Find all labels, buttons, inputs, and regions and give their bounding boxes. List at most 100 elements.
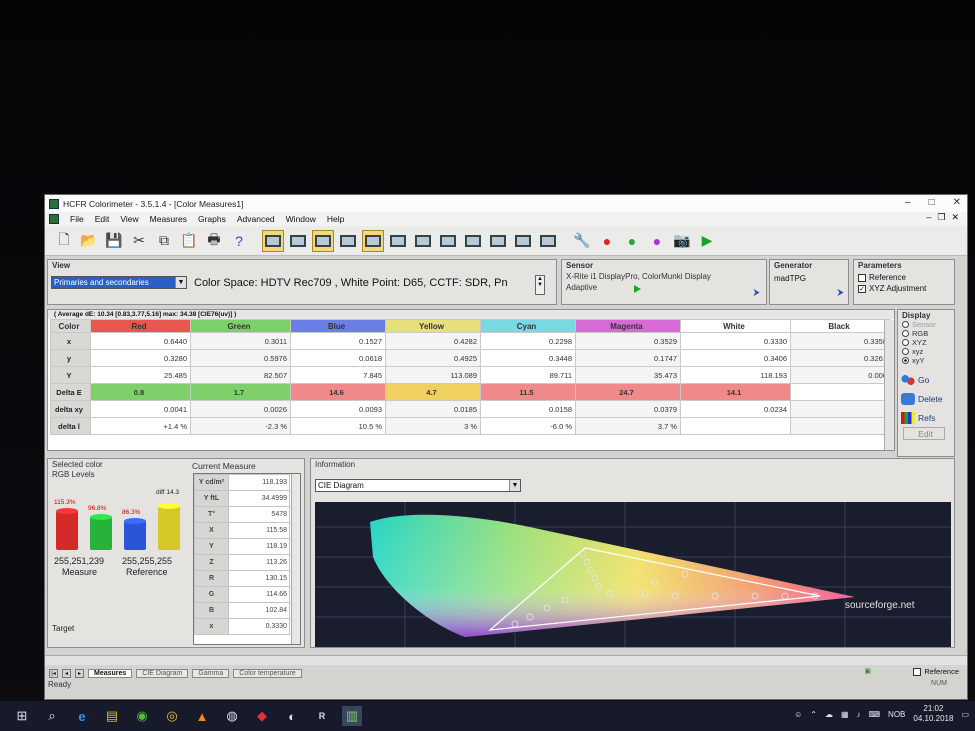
menu-graphs[interactable]: Graphs <box>198 214 226 224</box>
view-mode-select[interactable]: Primaries and secondaries ▼ <box>51 276 187 289</box>
tab-gamma[interactable]: Gamma <box>192 668 230 678</box>
column-header-6[interactable]: Magenta <box>575 319 681 333</box>
gamma-graph-icon[interactable] <box>337 230 359 252</box>
table-cell[interactable]: 0.3448 <box>480 349 576 367</box>
table-cell[interactable]: 0.0041 <box>90 400 191 418</box>
table-cell[interactable]: 11.5 <box>480 383 576 401</box>
table-cell[interactable]: 0.1527 <box>290 332 386 350</box>
menu-advanced[interactable]: Advanced <box>237 214 275 224</box>
display-option-3[interactable]: xyz <box>898 347 954 356</box>
colortemp-graph-icon[interactable] <box>412 230 434 252</box>
table-cell[interactable]: 0.3330 <box>680 332 791 350</box>
table-cell[interactable] <box>790 383 891 401</box>
table-cell[interactable]: 89.711 <box>480 366 576 384</box>
display-option-2[interactable]: XYZ <box>898 338 954 347</box>
cut-icon[interactable]: ✂ <box>128 230 150 252</box>
reference-checkbox[interactable]: Reference <box>858 273 906 282</box>
table-cell[interactable]: 0.3261 <box>790 349 891 367</box>
row-header[interactable]: Delta E <box>50 383 91 401</box>
table-cell[interactable]: 118.193 <box>680 366 791 384</box>
table-cell[interactable]: 4.7 <box>385 383 481 401</box>
mdi-minimize-icon[interactable]: – <box>926 212 931 223</box>
help-icon[interactable]: ? <box>228 230 250 252</box>
row-header[interactable]: Y <box>50 366 91 384</box>
onedrive-icon[interactable]: ☁ <box>825 710 833 719</box>
sensor-config-icon[interactable]: ⮞ <box>750 287 763 298</box>
column-header-0[interactable]: Color <box>50 319 91 333</box>
notifications-icon[interactable]: ▭ <box>961 710 969 719</box>
save-icon[interactable]: 💾 <box>103 230 125 252</box>
stats-icon[interactable] <box>537 230 559 252</box>
network-icon[interactable]: ▦ <box>841 710 849 719</box>
hcfr-taskbar-icon[interactable]: ▥ <box>342 706 362 726</box>
table-cell[interactable]: 113.089 <box>385 366 481 384</box>
app-gem-icon[interactable]: ◆ <box>252 706 272 726</box>
information-select[interactable]: CIE Diagram ▼ <box>315 479 521 492</box>
grayscale-view-icon[interactable] <box>287 230 309 252</box>
tab-prev-icon[interactable]: ◂ <box>62 668 71 678</box>
file-explorer-icon[interactable]: ▤ <box>102 706 122 726</box>
palette-icon[interactable]: ● <box>646 230 668 252</box>
display-option-4[interactable]: xyY <box>898 356 954 365</box>
print-icon[interactable]: 🖶 <box>203 230 225 252</box>
app-steam-icon[interactable]: ◐ <box>282 706 302 726</box>
rgb-graph-icon[interactable] <box>437 230 459 252</box>
paste-icon[interactable]: 📋 <box>178 230 200 252</box>
generator-config-icon[interactable]: ⮞ <box>834 287 847 298</box>
minimize-icon[interactable]: – <box>905 197 911 208</box>
menu-edit[interactable]: Edit <box>95 214 110 224</box>
menu-window[interactable]: Window <box>286 214 316 224</box>
table-cell[interactable]: 0.0618 <box>290 349 386 367</box>
maximize-icon[interactable]: □ <box>929 197 935 208</box>
secondary-balls-icon[interactable]: ● <box>621 230 643 252</box>
table-cell[interactable]: 0.3529 <box>575 332 681 350</box>
vlc-icon[interactable]: ▲ <box>192 706 212 726</box>
edge-browser-icon[interactable]: e <box>72 706 92 726</box>
mdi-restore-icon[interactable]: ❐ <box>937 212 945 223</box>
table-cell[interactable]: 10.5 % <box>290 417 386 435</box>
language-indicator[interactable]: NOB <box>888 710 905 719</box>
table-cell[interactable]: 7.845 <box>290 366 386 384</box>
table-vertical-scrollbar[interactable] <box>884 320 894 450</box>
info-graph-icon[interactable] <box>487 230 509 252</box>
tray-chevron-icon[interactable]: ⌃ <box>810 710 817 719</box>
spin-control[interactable]: ▲ ▼ <box>535 275 545 295</box>
full-screen-icon[interactable] <box>512 230 534 252</box>
table-cell[interactable]: 25.485 <box>90 366 191 384</box>
table-cell[interactable]: 0.6440 <box>90 332 191 350</box>
open-folder-icon[interactable]: 📂 <box>78 230 100 252</box>
luminance-graph-icon[interactable] <box>387 230 409 252</box>
tab-first-icon[interactable]: |◂ <box>49 668 58 678</box>
display-option-0[interactable]: Sensor <box>898 320 954 329</box>
table-cell[interactable] <box>790 400 891 418</box>
app-rd-icon[interactable]: R <box>312 706 332 726</box>
measure-view-icon[interactable] <box>262 229 284 252</box>
windows-start-icon[interactable]: ⊞ <box>12 706 32 726</box>
table-cell[interactable]: 0.0234 <box>680 400 791 418</box>
column-header-7[interactable]: White <box>680 319 791 333</box>
table-cell[interactable]: 0.0093 <box>290 400 386 418</box>
table-cell[interactable]: 0.4282 <box>385 332 481 350</box>
primaries-view-icon[interactable] <box>312 229 334 252</box>
column-header-5[interactable]: Cyan <box>480 319 576 333</box>
play-icon[interactable]: ▶ <box>696 230 718 252</box>
table-cell[interactable]: 0.000 <box>790 366 891 384</box>
app-gray-icon[interactable]: ◍ <box>222 706 242 726</box>
delete-button[interactable]: Delete <box>898 389 954 408</box>
menu-file[interactable]: File <box>70 214 84 224</box>
horizontal-scrollbar[interactable] <box>45 655 967 665</box>
column-header-2[interactable]: Green <box>190 319 291 333</box>
menu-measures[interactable]: Measures <box>150 214 187 224</box>
row-header[interactable]: delta l <box>50 417 91 435</box>
close-icon[interactable]: ✕ <box>953 197 961 208</box>
cie-graph-icon[interactable] <box>362 229 384 252</box>
column-header-8[interactable]: Black <box>790 319 891 333</box>
table-cell[interactable]: 0.0158 <box>480 400 576 418</box>
row-header[interactable]: delta xy <box>50 400 91 418</box>
table-cell[interactable]: 0.0379 <box>575 400 681 418</box>
app-green-icon[interactable]: ◉ <box>132 706 152 726</box>
volume-icon[interactable]: ♪ <box>857 710 861 719</box>
column-header-4[interactable]: Yellow <box>385 319 481 333</box>
table-cell[interactable]: 0.3406 <box>680 349 791 367</box>
table-cell[interactable]: -2.3 % <box>190 417 291 435</box>
